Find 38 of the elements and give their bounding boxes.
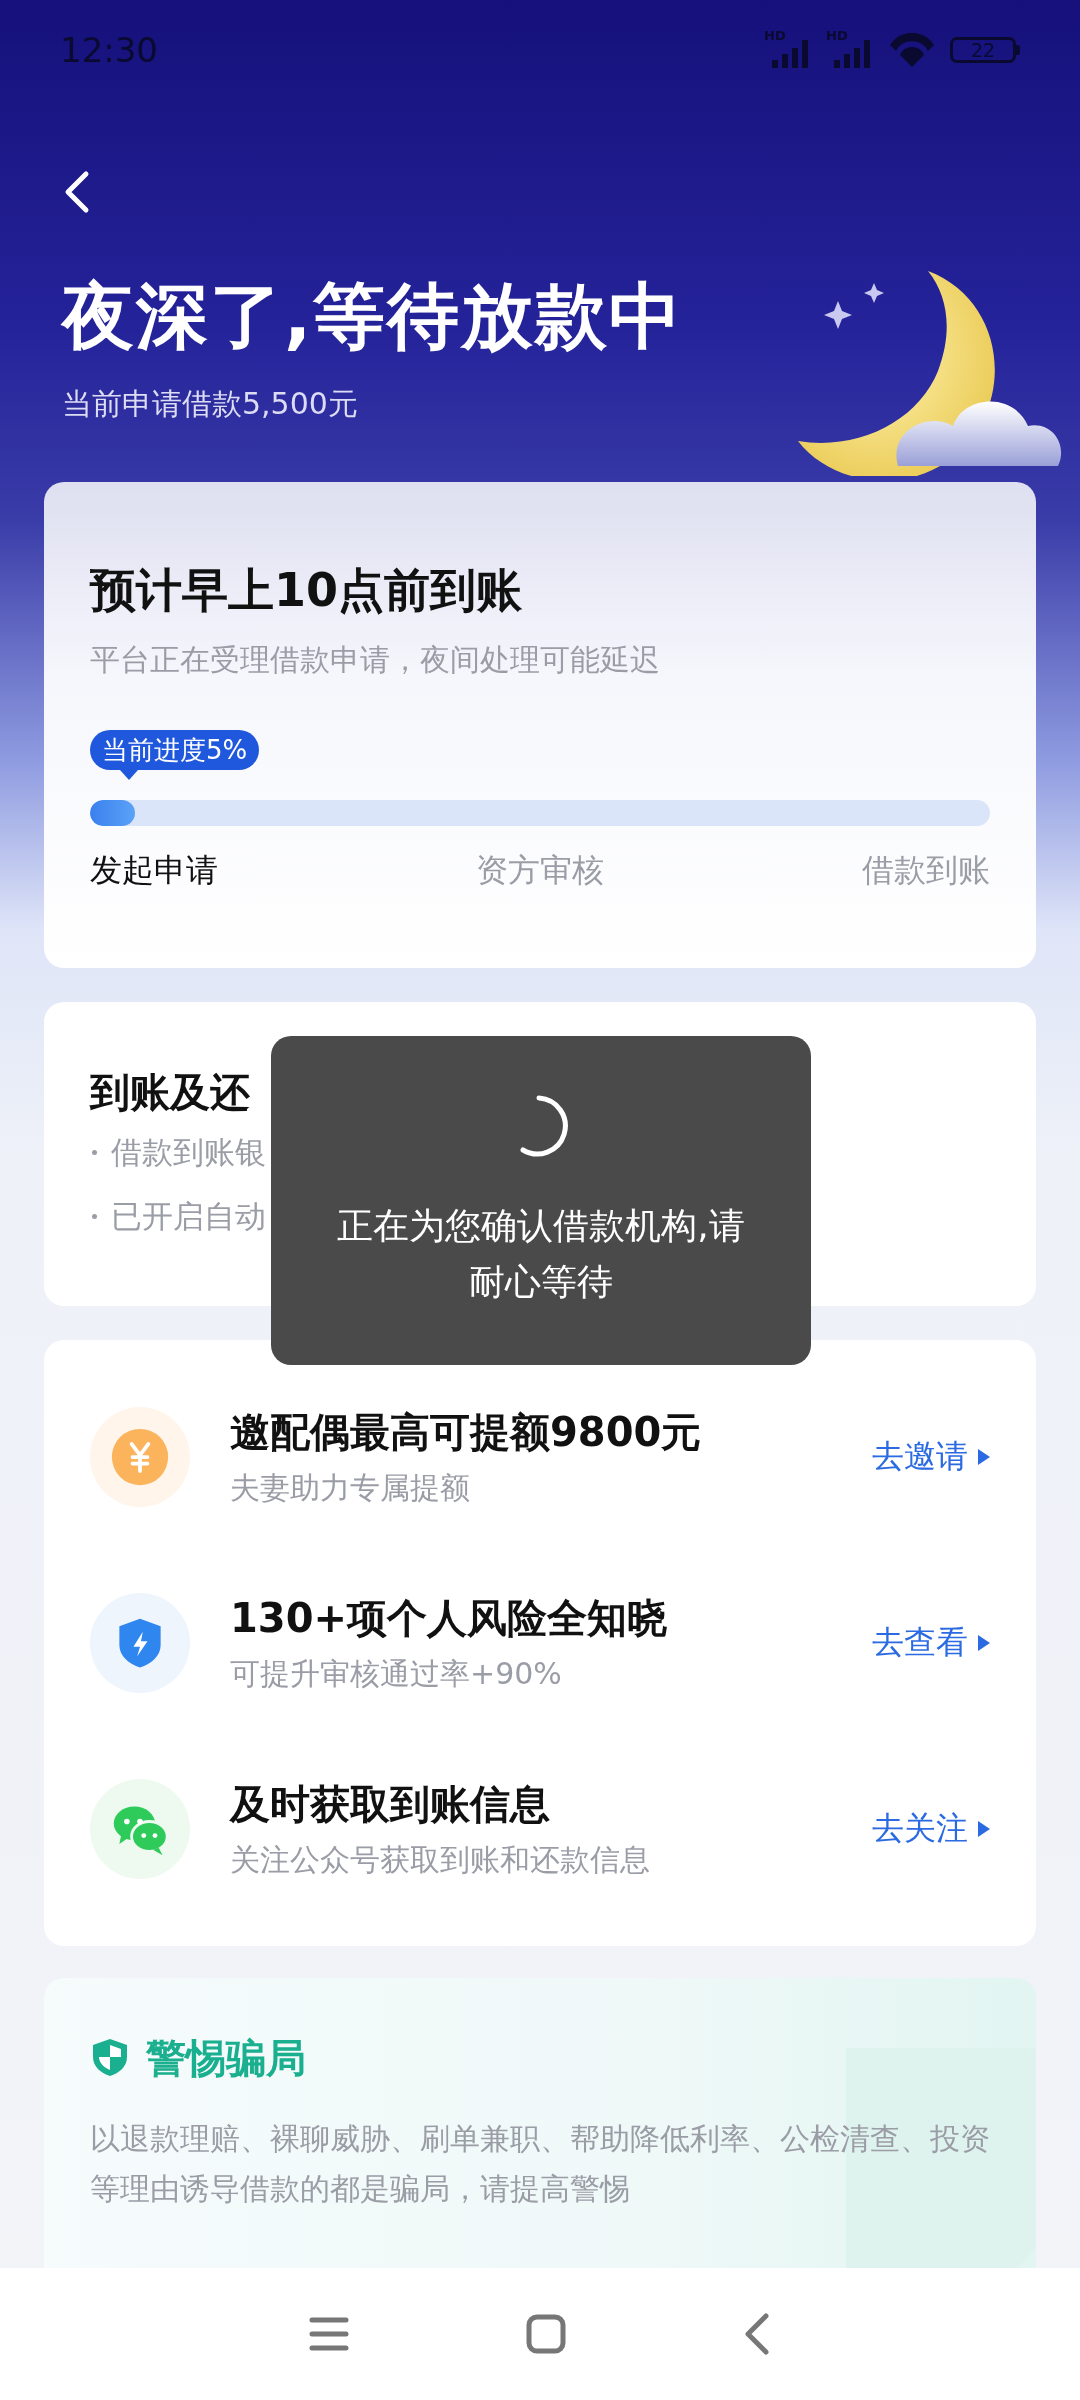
warning-title: 警惕骗局 [146, 2034, 306, 2083]
arrival-note: 平台正在受理借款申请，夜间处理可能延迟 [90, 641, 661, 679]
offer-title: 130+项个人风险全知晓 [230, 1594, 668, 1643]
page-title: 夜深了,等待放款中 [62, 273, 684, 360]
back-nav-button[interactable] [742, 2313, 772, 2355]
bullet-icon [92, 1149, 97, 1155]
offer-link[interactable]: 去关注 [872, 1807, 990, 1851]
offer-link[interactable]: 去邀请 [872, 1435, 990, 1479]
reminder-text: 已开启自动 [111, 1197, 266, 1236]
home-button[interactable] [526, 2314, 566, 2354]
wifi-icon [888, 33, 936, 67]
offer-subtitle: 关注公众号获取到账和还款信息 [230, 1841, 651, 1879]
yen-coin-icon [110, 1427, 170, 1487]
offer-link[interactable]: 去查看 [872, 1621, 990, 1665]
badge-pointer-icon [120, 770, 138, 780]
network-label: HD [826, 28, 848, 43]
reminder-text: 借款到账银 [111, 1133, 266, 1172]
triangle-icon [978, 1449, 990, 1465]
progress-step: 借款到账 [862, 848, 990, 892]
progress-badge: 当前进度5% [90, 730, 260, 770]
offer-subtitle: 夫妻助力专属提额 [230, 1469, 471, 1507]
shield-icon [90, 2037, 130, 2079]
arrival-estimate-title: 预计早上10点前到账 [90, 562, 523, 619]
triangle-icon [978, 1635, 990, 1651]
network-label: HD [764, 28, 786, 43]
offer-title: 邀配偶最高可提额9800元 [230, 1408, 703, 1457]
status-time: 12:30 [60, 30, 158, 70]
progress-step: 发起申请 [90, 848, 218, 892]
progress-step: 资方审核 [476, 848, 604, 892]
loan-amount-text: 当前申请借款5,500元 [62, 385, 359, 423]
warning-text: 以退款理赔、裸聊威胁、刷单兼职、帮助降低利率、公检清查、投资等理由诱导借款的都是骗局，请提高警惕 [90, 2120, 990, 2208]
offer-title: 及时获取到账信息 [230, 1780, 551, 1829]
offer-subtitle: 可提升审核通过率+90% [230, 1655, 563, 1693]
toast-message: 正在为您确认借款机构,请耐心等待 [336, 1204, 746, 1304]
reminder-title: 到账及还 [90, 1068, 251, 1117]
battery-icon: 22 [950, 37, 1016, 63]
bullet-icon [92, 1213, 97, 1219]
triangle-icon [978, 1821, 990, 1837]
